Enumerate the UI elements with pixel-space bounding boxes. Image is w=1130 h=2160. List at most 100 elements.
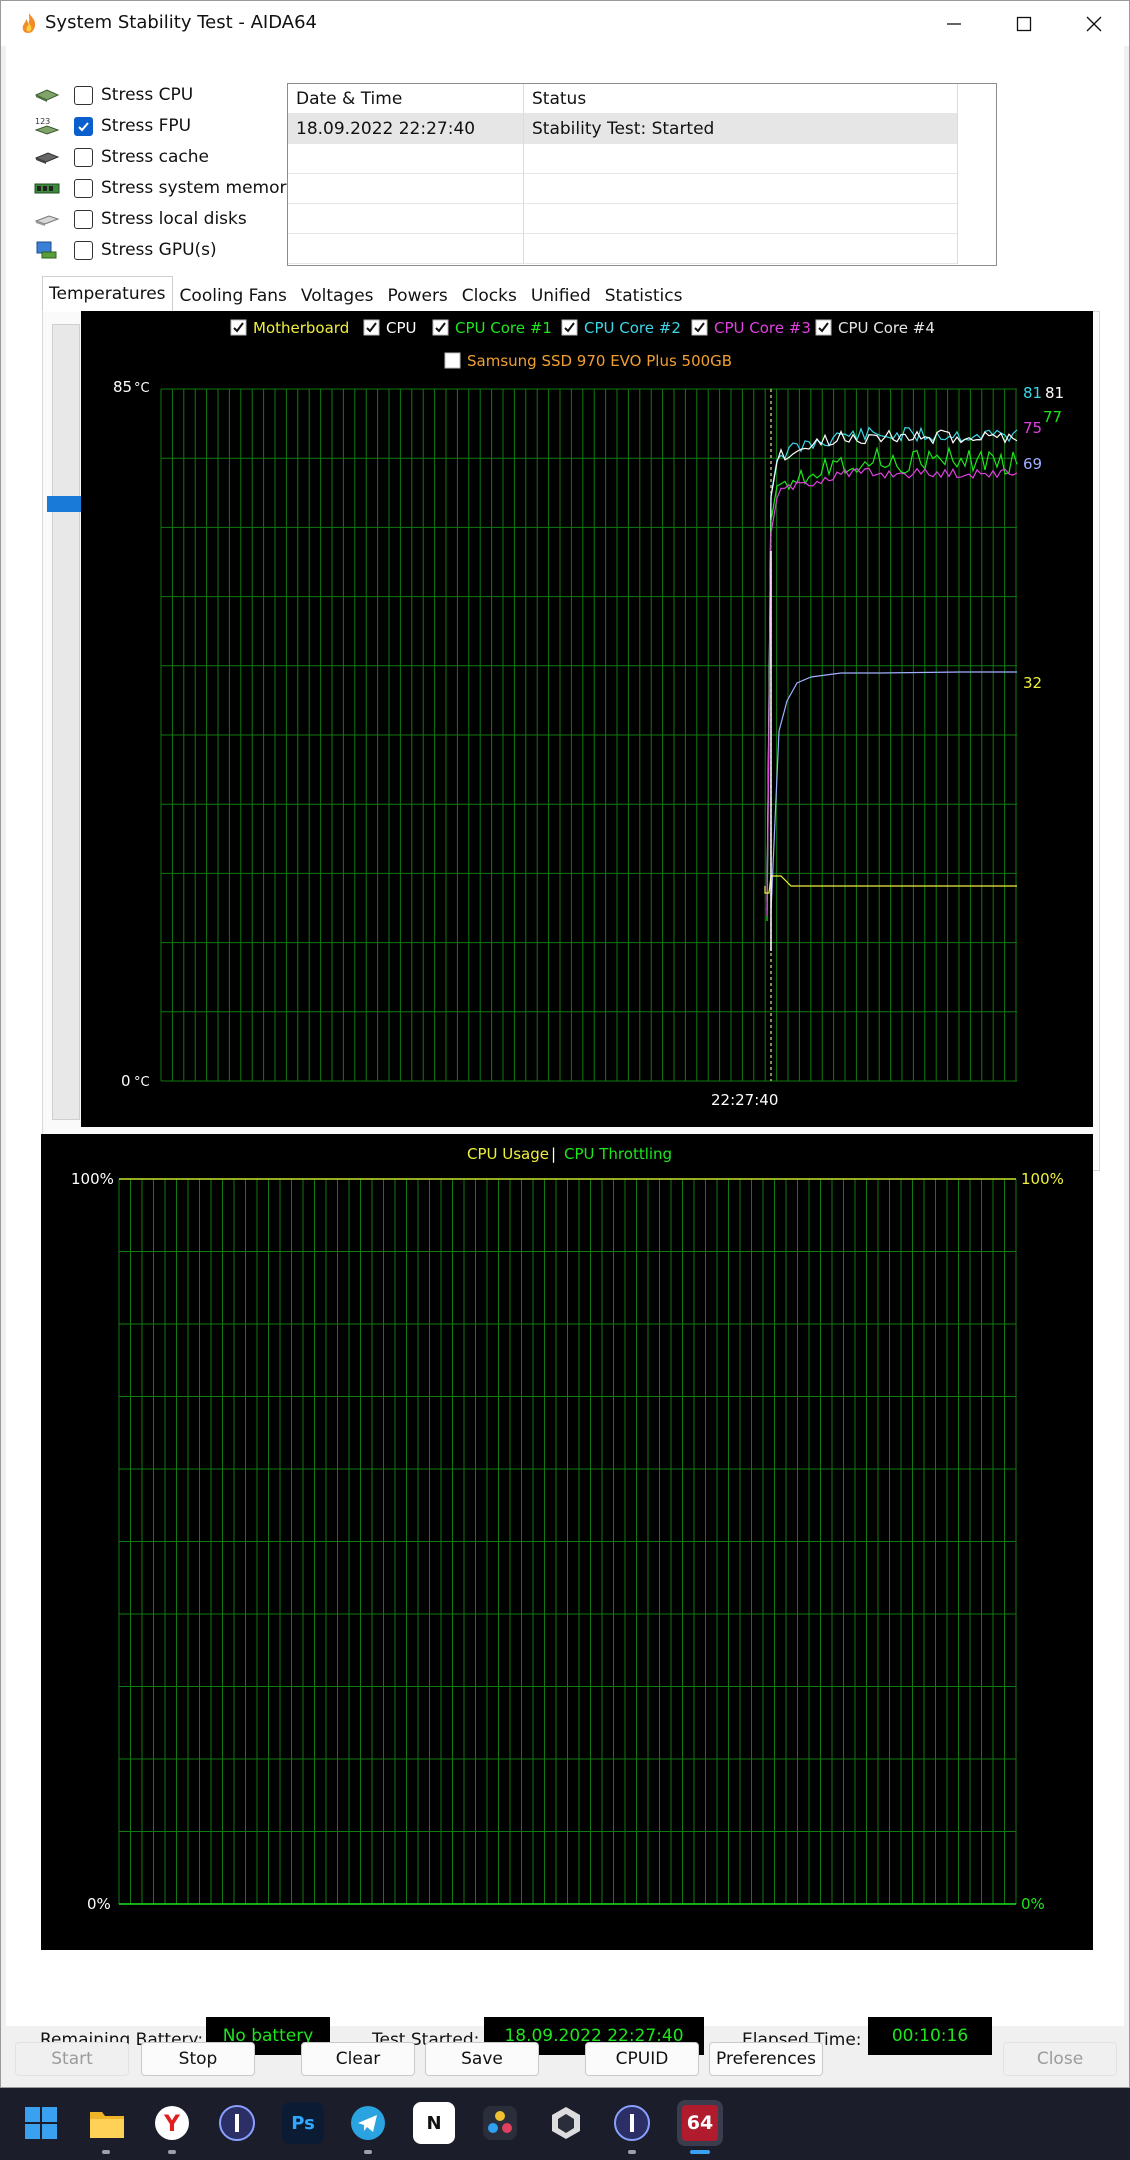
taskbar-running-indicator: [102, 2150, 110, 2154]
yandex-browser-icon[interactable]: Y: [151, 2102, 193, 2144]
close-window-button[interactable]: [1059, 1, 1129, 46]
stress-disks-checkbox[interactable]: [74, 209, 93, 229]
aida64-taskbar-button[interactable]: 64: [677, 2100, 723, 2146]
title-bar: System Stability Test - AIDA64: [1, 1, 1129, 46]
notion-icon[interactable]: N: [413, 2102, 455, 2144]
temperature-end-value: 75: [1023, 419, 1042, 437]
table-row-empty: [288, 174, 958, 204]
stress-disks-option[interactable]: Stress local disks: [34, 205, 247, 233]
stress-cpu-checkbox[interactable]: [74, 85, 93, 105]
temperature-series-line: [766, 467, 1018, 917]
davinci-resolve-icon[interactable]: [479, 2102, 521, 2144]
cpu-chip-icon: [34, 89, 60, 102]
usage-legend-separator: |: [551, 1145, 556, 1163]
cpu-usage-chart: CPU Usage | CPU Throttling 100% 0% 100% …: [41, 1134, 1093, 1950]
svg-text:123: 123: [35, 117, 50, 126]
empty-cell: [288, 234, 524, 264]
stress-cache-checkbox[interactable]: [74, 147, 93, 167]
minimize-icon: [947, 22, 961, 25]
temperature-end-values: 81 8177756932: [1023, 384, 1064, 692]
tab-unified[interactable]: Unified: [524, 280, 598, 312]
taskbar-active-indicator: [690, 2150, 710, 2154]
clear-button[interactable]: Clear: [301, 2042, 415, 2076]
empty-cell: [524, 144, 958, 174]
preferences-button[interactable]: Preferences: [709, 2042, 823, 2076]
empty-cell: [524, 234, 958, 264]
aida64-flame-icon: [22, 13, 36, 33]
stress-cache-label: Stress cache: [101, 147, 209, 167]
temp-axis-min-unit: °C: [134, 1075, 150, 1090]
column-header-datetime[interactable]: Date & Time: [288, 84, 524, 114]
empty-cell: [288, 144, 524, 174]
table-header-row: Date & Time Status: [288, 84, 958, 114]
usage-left-bottom-label: 0%: [87, 1895, 111, 1913]
temperature-chart: Motherboard CPU CPU Core #1 CPU Core #2 CPU …: [81, 311, 1093, 1127]
stress-cpu-label: Stress CPU: [101, 85, 194, 105]
save-button[interactable]: Save: [425, 2042, 539, 2076]
close-button[interactable]: Close: [1003, 2042, 1117, 2076]
usage-left-top-label: 100%: [71, 1170, 114, 1188]
legend-label: CPU Core #3: [714, 319, 811, 337]
taskbar-running-indicator: [628, 2150, 636, 2154]
maximize-button[interactable]: [989, 1, 1059, 46]
temperature-end-value: 81: [1023, 384, 1042, 402]
usage-legend-cpu-usage: CPU Usage: [467, 1145, 549, 1163]
chart-tabs: Temperatures Cooling Fans Voltages Power…: [42, 276, 689, 312]
temperature-end-value: 81: [1045, 384, 1064, 402]
stress-gpu-checkbox[interactable]: [74, 240, 93, 260]
temperature-end-value: 77: [1043, 408, 1062, 426]
log-status-cell: Stability Test: Started: [524, 114, 958, 144]
checkmark-icon: [78, 121, 89, 131]
gpu-monitor-icon: [36, 241, 57, 259]
minimize-button[interactable]: [919, 1, 989, 46]
stress-fpu-label: Stress FPU: [101, 116, 192, 136]
column-header-status[interactable]: Status: [524, 84, 958, 114]
stress-cache-option[interactable]: Stress cache: [34, 143, 209, 171]
stress-memory-option[interactable]: Stress system memory: [34, 174, 297, 202]
tab-temperatures[interactable]: Temperatures: [42, 276, 173, 312]
cpuid-button[interactable]: CPUID: [585, 2042, 699, 2076]
legend-checkbox[interactable]: [444, 352, 461, 369]
log-datetime-cell: 18.09.2022 22:27:40: [288, 114, 524, 144]
unity-icon[interactable]: [545, 2102, 587, 2144]
photoshop-icon[interactable]: Ps: [282, 2102, 324, 2144]
legend-label: Motherboard: [253, 319, 349, 337]
taskbar-running-indicator: [168, 2150, 176, 2154]
legend-label: CPU Core #4: [838, 319, 935, 337]
tab-clocks[interactable]: Clocks: [455, 280, 524, 312]
file-explorer-icon[interactable]: [86, 2102, 128, 2144]
1password-icon[interactable]: [216, 2102, 258, 2144]
stress-cpu-option[interactable]: Stress CPU: [34, 81, 193, 109]
stress-memory-checkbox[interactable]: [74, 178, 93, 198]
scrollbar-thumb[interactable]: [47, 496, 81, 512]
tab-cooling-fans[interactable]: Cooling Fans: [173, 280, 294, 312]
table-row-empty: [288, 204, 958, 234]
temp-axis-max-unit: °C: [134, 381, 150, 396]
stress-gpu-option[interactable]: Stress GPU(s): [34, 236, 217, 264]
legend-label: Samsung SSD 970 EVO Plus 500GB: [467, 352, 732, 370]
1password-icon-2[interactable]: [611, 2102, 653, 2144]
usage-right-top-label: 100%: [1021, 1170, 1064, 1188]
telegram-icon[interactable]: [347, 2102, 389, 2144]
history-scrollbar[interactable]: [52, 324, 80, 1120]
stress-fpu-checkbox[interactable]: [74, 116, 93, 136]
stress-disks-label: Stress local disks: [101, 209, 247, 229]
windows-start-icon[interactable]: [20, 2102, 62, 2144]
usage-right-bottom-label: 0%: [1021, 1895, 1045, 1913]
tab-voltages[interactable]: Voltages: [294, 280, 381, 312]
empty-cell: [288, 204, 524, 234]
start-button[interactable]: Start: [15, 2042, 129, 2076]
status-log-table[interactable]: Date & Time Status 18.09.2022 22:27:40 S…: [287, 83, 997, 266]
svg-text:Y: Y: [163, 2112, 181, 2137]
stop-button[interactable]: Stop: [141, 2042, 255, 2076]
stress-fpu-option[interactable]: 123 Stress FPU: [34, 112, 191, 140]
temperature-series-line: [766, 445, 1018, 922]
table-row-empty: [288, 144, 958, 174]
temperature-series-line: [770, 671, 1017, 912]
tab-powers[interactable]: Powers: [381, 280, 455, 312]
empty-cell: [524, 204, 958, 234]
table-row[interactable]: 18.09.2022 22:27:40 Stability Test: Star…: [288, 114, 958, 144]
table-row-empty: [288, 234, 958, 264]
tab-statistics[interactable]: Statistics: [598, 280, 690, 312]
temp-axis-min-label: 0: [121, 1072, 131, 1090]
